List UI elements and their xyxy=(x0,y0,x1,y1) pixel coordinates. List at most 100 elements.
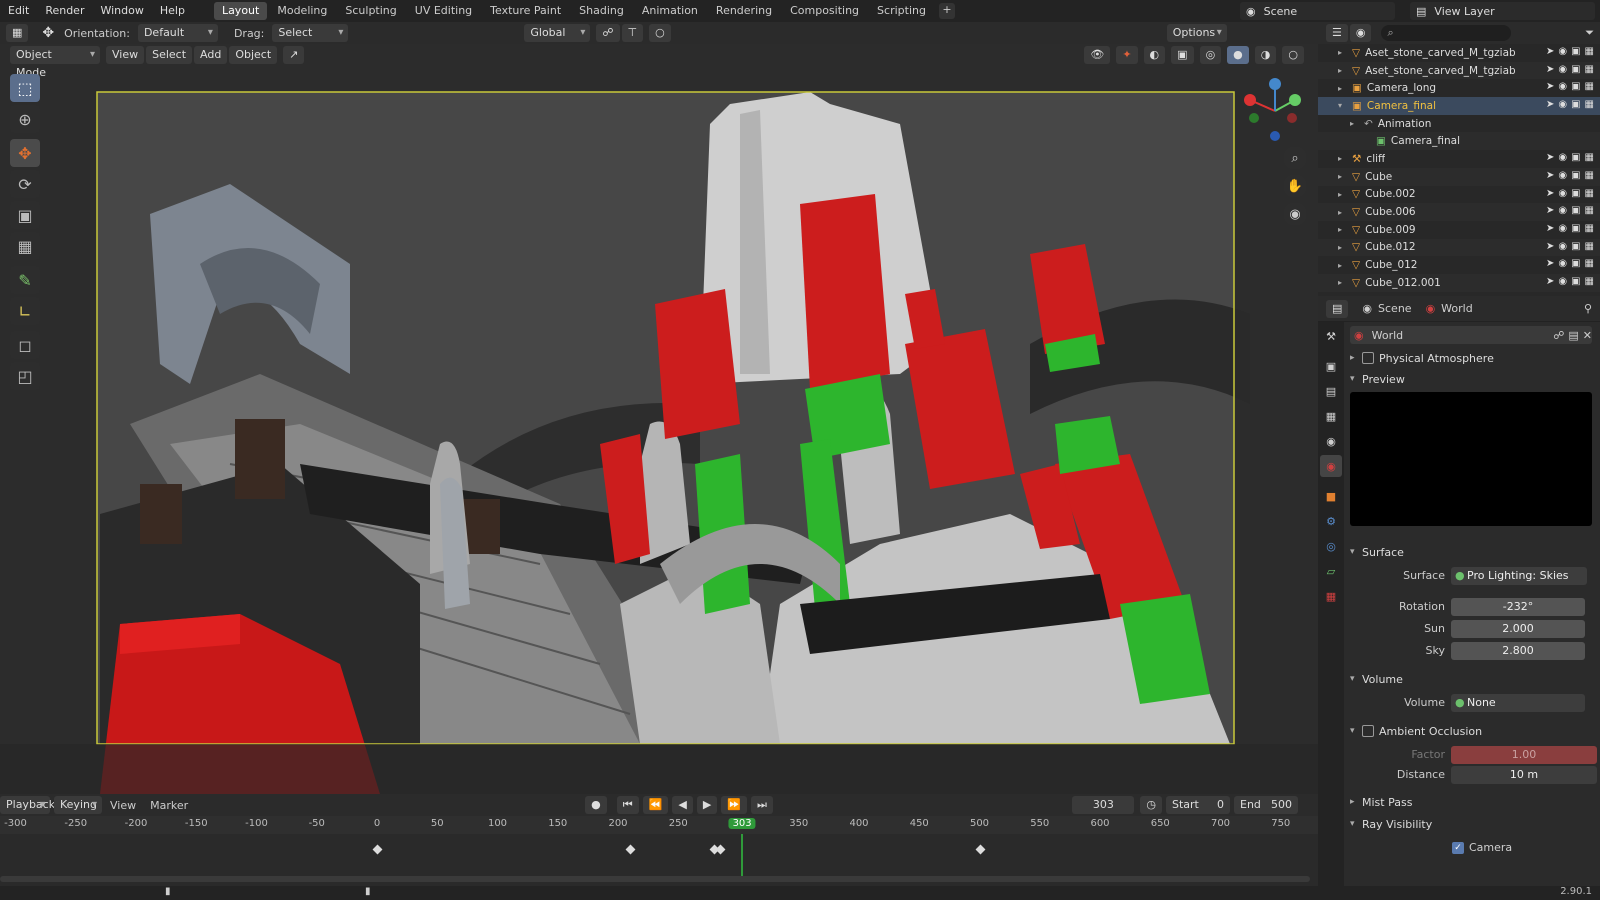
prev-keyframe-icon[interactable]: ⏪ xyxy=(642,796,669,814)
view-menu[interactable]: View xyxy=(106,46,145,64)
volume-section[interactable]: ▾ Volume xyxy=(1346,669,1600,689)
sky-field[interactable]: 2.800 xyxy=(1451,642,1585,660)
rotate-tool-icon[interactable]: ⟳ xyxy=(10,170,40,198)
keying-dropdown[interactable]: Keying xyxy=(54,796,102,814)
render-icon[interactable]: ▦ xyxy=(1585,205,1594,216)
eye-icon[interactable]: ◉ xyxy=(1558,258,1567,269)
pivot-point-button[interactable]: ☍ xyxy=(596,24,620,42)
eye-icon[interactable]: ◉ xyxy=(1558,81,1567,92)
collapsed-icon[interactable]: ▸ xyxy=(1338,172,1348,181)
collapsed-icon[interactable]: ▸ xyxy=(1338,261,1348,270)
overlays-icon[interactable]: ◐ xyxy=(1143,46,1166,64)
ray-visibility-section[interactable]: ▾ Ray Visibility xyxy=(1346,814,1600,834)
view-layer-tab-icon[interactable]: ▦ xyxy=(1320,405,1342,427)
render-icon[interactable]: ▦ xyxy=(1585,241,1594,252)
eye-icon[interactable]: ◉ xyxy=(1558,276,1567,287)
tab-rendering[interactable]: Rendering xyxy=(708,2,780,20)
viewport-icon[interactable]: ▣ xyxy=(1571,99,1580,110)
eye-icon[interactable]: ◉ xyxy=(1558,99,1567,110)
collapsed-icon[interactable]: ▸ xyxy=(1338,243,1348,252)
viewport-icon[interactable]: ▣ xyxy=(1571,276,1580,287)
frame-ruler[interactable]: -300 -250 -200 -150 -100 -50 0 50 100 150 200 250 30… xyxy=(0,816,1318,834)
move-tool-icon[interactable]: ✥ xyxy=(10,139,40,167)
outliner-row[interactable]: ▸ ▽ Cube.002 ➤ ◉ ▣ ▦ xyxy=(1318,186,1600,204)
filter-icon[interactable]: ⏷ xyxy=(1585,26,1594,40)
scene-breadcrumb[interactable]: Scene xyxy=(1378,302,1412,315)
properties-editor-type-button[interactable]: ▤ xyxy=(1326,299,1349,318)
timeline[interactable]: -300 -250 -200 -150 -100 -50 0 50 100 150 200 250 30… xyxy=(0,816,1318,886)
outliner-row[interactable]: ▸ ▽ Cube.012 ➤ ◉ ▣ ▦ xyxy=(1318,238,1600,257)
add-workspace-button[interactable]: + xyxy=(938,3,955,19)
add-menu[interactable]: Add xyxy=(194,46,228,64)
menu-help[interactable]: Help xyxy=(152,0,193,22)
material-shading-icon[interactable]: ◑ xyxy=(1254,46,1277,64)
keyframe-diamond[interactable] xyxy=(625,844,636,855)
measure-tool-icon[interactable]: ∟ xyxy=(10,297,40,325)
current-frame-indicator[interactable]: 303 xyxy=(728,818,756,829)
collapsed-icon[interactable]: ▸ xyxy=(1350,119,1360,128)
rendered-shading-icon[interactable]: ○ xyxy=(1282,46,1304,64)
tool-tab-icon[interactable]: ⚒ xyxy=(1320,325,1342,347)
tab-scripting[interactable]: Scripting xyxy=(869,2,934,20)
eye-icon[interactable]: ◉ xyxy=(1558,152,1567,163)
outliner-row[interactable]: ▣ Camera_final xyxy=(1318,132,1600,151)
unlink-icon[interactable]: ✕ xyxy=(1583,329,1592,342)
playhead-line[interactable] xyxy=(741,834,744,876)
tab-compositing[interactable]: Compositing xyxy=(782,2,867,20)
tab-modeling[interactable]: Modeling xyxy=(269,2,335,20)
select-icon[interactable]: ➤ xyxy=(1546,99,1554,110)
object-tab-icon[interactable]: ■ xyxy=(1320,485,1342,507)
collapsed-icon[interactable]: ▸ xyxy=(1338,278,1348,287)
tab-animation[interactable]: Animation xyxy=(634,2,706,20)
render-icon[interactable]: ▦ xyxy=(1585,276,1594,287)
solid-shading-icon[interactable]: ● xyxy=(1227,46,1249,64)
render-tab-icon[interactable]: ▣ xyxy=(1320,355,1342,377)
outliner-row[interactable]: ▸ ▽ Cube ➤ ◉ ▣ ▦ xyxy=(1318,167,1600,186)
outliner-row[interactable]: ▸ ▽ Cube.006 ➤ ◉ ▣ ▦ xyxy=(1318,203,1600,221)
viewport-icon[interactable]: ▣ xyxy=(1571,223,1580,234)
world-datablock[interactable]: ◉ World ☍ ▤ ✕ xyxy=(1350,326,1592,344)
marker-menu[interactable]: Marker xyxy=(150,799,188,812)
menu-edit[interactable]: Edit xyxy=(0,0,37,22)
viewport-icon[interactable]: ▣ xyxy=(1571,241,1580,252)
modifier-tab-icon[interactable]: ⚙ xyxy=(1320,510,1342,532)
auto-keying-icon[interactable]: ● xyxy=(585,796,607,814)
world-breadcrumb[interactable]: World xyxy=(1441,302,1473,315)
keyframe-diamond[interactable] xyxy=(975,844,985,855)
outliner-row[interactable]: ▾ ▣ Camera_final ➤ ◉ ▣ ▦ xyxy=(1318,97,1600,115)
viewport-icon[interactable]: ▣ xyxy=(1571,64,1580,75)
sun-field[interactable]: 2.000 xyxy=(1451,620,1585,638)
viewport-icon[interactable]: ▣ xyxy=(1571,258,1580,269)
tab-shading[interactable]: Shading xyxy=(571,2,632,20)
add-object-tool-icon[interactable]: ◰ xyxy=(10,362,40,390)
eye-icon[interactable]: ◉ xyxy=(1558,223,1567,234)
collapsed-icon[interactable]: ▸ xyxy=(1338,190,1348,199)
timeline-scrollbar[interactable] xyxy=(0,876,1310,882)
select-menu[interactable]: Select xyxy=(146,46,193,64)
keyframe-diamond[interactable] xyxy=(715,844,726,855)
render-icon[interactable]: ▦ xyxy=(1585,223,1594,234)
select-icon[interactable]: ➤ xyxy=(1546,46,1554,57)
collapsed-icon[interactable]: ▸ xyxy=(1338,208,1348,217)
view-layer-selector[interactable]: ▤ View Layer xyxy=(1410,2,1595,20)
select-icon[interactable]: ➤ xyxy=(1546,188,1554,199)
viewport-icon[interactable]: ▣ xyxy=(1571,152,1580,163)
select-icon[interactable]: ➤ xyxy=(1546,81,1554,92)
texture-tab-icon[interactable]: ▦ xyxy=(1320,585,1342,607)
orientation-dropdown[interactable]: Default xyxy=(137,24,218,42)
collapsed-icon[interactable]: ▸ xyxy=(1338,66,1348,75)
camera-view-icon[interactable]: ◉ xyxy=(1283,202,1307,226)
render-icon[interactable]: ▦ xyxy=(1585,81,1594,92)
viewport-icon[interactable]: ▣ xyxy=(1571,170,1580,181)
outliner-row[interactable]: ▸ ↶ Animation xyxy=(1318,115,1600,133)
physical-atmosphere-checkbox[interactable] xyxy=(1362,352,1374,364)
keyframe-diamond[interactable] xyxy=(372,844,383,855)
volume-field[interactable]: ● None xyxy=(1451,694,1585,712)
select-icon[interactable]: ➤ xyxy=(1546,258,1554,269)
physics-tab-icon[interactable]: ◎ xyxy=(1320,535,1342,557)
current-frame-field[interactable]: 303 xyxy=(1072,796,1135,814)
3d-viewport[interactable]: Object Mode View Select Add Object ↗ 👁 ✦… xyxy=(0,44,1318,794)
eye-icon[interactable]: ◉ xyxy=(1558,205,1567,216)
scene-tab-icon[interactable]: ◉ xyxy=(1320,430,1342,452)
viewport-icon[interactable]: ▣ xyxy=(1571,188,1580,199)
